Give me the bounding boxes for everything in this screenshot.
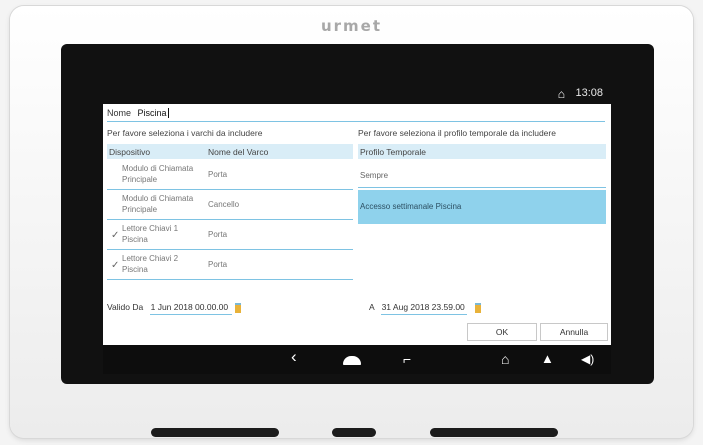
speaker-slot-left — [151, 428, 279, 437]
gate-name: Porta — [208, 260, 228, 269]
microphone-slot — [332, 428, 376, 437]
gates-table-header: Dispositivo Nome del Varco — [107, 144, 353, 159]
ok-button[interactable]: OK — [467, 323, 537, 341]
checkmark-icon[interactable]: ✓ — [111, 230, 121, 241]
clock: 13:08 — [575, 87, 603, 99]
screen: ⌂ 13:08 Nome Piscina Per favore selezion… — [103, 82, 611, 345]
cloud-icon[interactable] — [343, 356, 361, 365]
status-bar: ⌂ 13:08 — [103, 82, 611, 104]
recent-apps-icon[interactable]: ⌐ — [403, 350, 411, 368]
gate-row[interactable]: ✓ Lettore Chiavi 2 Piscina Porta — [107, 250, 353, 280]
brand-logo: urmet — [320, 17, 383, 35]
calendar-icon[interactable] — [475, 303, 481, 313]
checkmark-icon[interactable]: ✓ — [111, 170, 121, 181]
name-label: Nome — [107, 108, 132, 118]
checkmark-icon[interactable]: ✓ — [111, 200, 121, 211]
name-input[interactable]: Piscina — [137, 108, 169, 118]
device-name: Modulo di Chiamata Principale — [122, 194, 194, 214]
gate-row[interactable]: ✓ Lettore Chiavi 1 Piscina Porta — [107, 220, 353, 250]
valid-to-input[interactable]: 31 Aug 2018 23.59.00 — [380, 302, 467, 315]
valid-to: A 31 Aug 2018 23.59.00 — [369, 302, 467, 315]
device-name: Lettore Chiavi 1 Piscina — [122, 224, 179, 244]
gates-list: ✓ Modulo di Chiamata Principale Porta ✓ … — [107, 160, 353, 280]
valid-from-label: Valido Da — [107, 302, 144, 312]
gate-row[interactable]: ✓ Modulo di Chiamata Principale Porta — [107, 160, 353, 190]
profile-row-selected[interactable]: Accesso settimanale Piscina — [358, 190, 606, 224]
name-field[interactable]: Nome Piscina — [107, 108, 605, 122]
gates-instruction: Per favore seleziona i varchi da include… — [107, 128, 263, 138]
volume-icon[interactable]: ◀) — [581, 350, 594, 368]
gate-name: Porta — [208, 230, 228, 239]
profile-row[interactable]: Sempre — [358, 162, 606, 188]
bell-icon[interactable]: ▲ — [541, 350, 554, 368]
gate-name: Porta — [208, 170, 228, 179]
valid-to-label: A — [369, 302, 375, 312]
profiles-table-header: Profilo Temporale — [358, 144, 606, 159]
navigation-bar: ‹ ⌐ ⌂ ▲ ◀) — [103, 345, 611, 374]
valid-from: Valido Da 1 Jun 2018 00.00.00 — [107, 302, 232, 315]
home-icon[interactable]: ⌂ — [501, 350, 509, 368]
device-name: Modulo di Chiamata Principale — [122, 164, 194, 184]
back-icon[interactable]: ‹ — [291, 348, 297, 366]
column-header-time-profile: Profilo Temporale — [360, 147, 426, 157]
gate-name: Cancello — [208, 200, 240, 209]
valid-from-input[interactable]: 1 Jun 2018 00.00.00 — [149, 302, 232, 315]
profiles-instruction: Per favore seleziona il profilo temporal… — [358, 128, 556, 138]
device-name: Lettore Chiavi 2 Piscina — [122, 254, 179, 274]
home-icon[interactable]: ⌂ — [558, 87, 565, 101]
profile-label: Accesso settimanale Piscina — [360, 202, 462, 211]
speaker-slot-right — [430, 428, 558, 437]
profile-label: Sempre — [360, 171, 389, 180]
column-header-gate-name: Nome del Varco — [208, 147, 269, 157]
calendar-icon[interactable] — [235, 303, 241, 313]
gate-row[interactable]: ✓ Modulo di Chiamata Principale Cancello — [107, 190, 353, 220]
column-header-device: Dispositivo — [109, 147, 151, 157]
cancel-button[interactable]: Annulla — [540, 323, 608, 341]
checkmark-icon[interactable]: ✓ — [111, 260, 121, 271]
